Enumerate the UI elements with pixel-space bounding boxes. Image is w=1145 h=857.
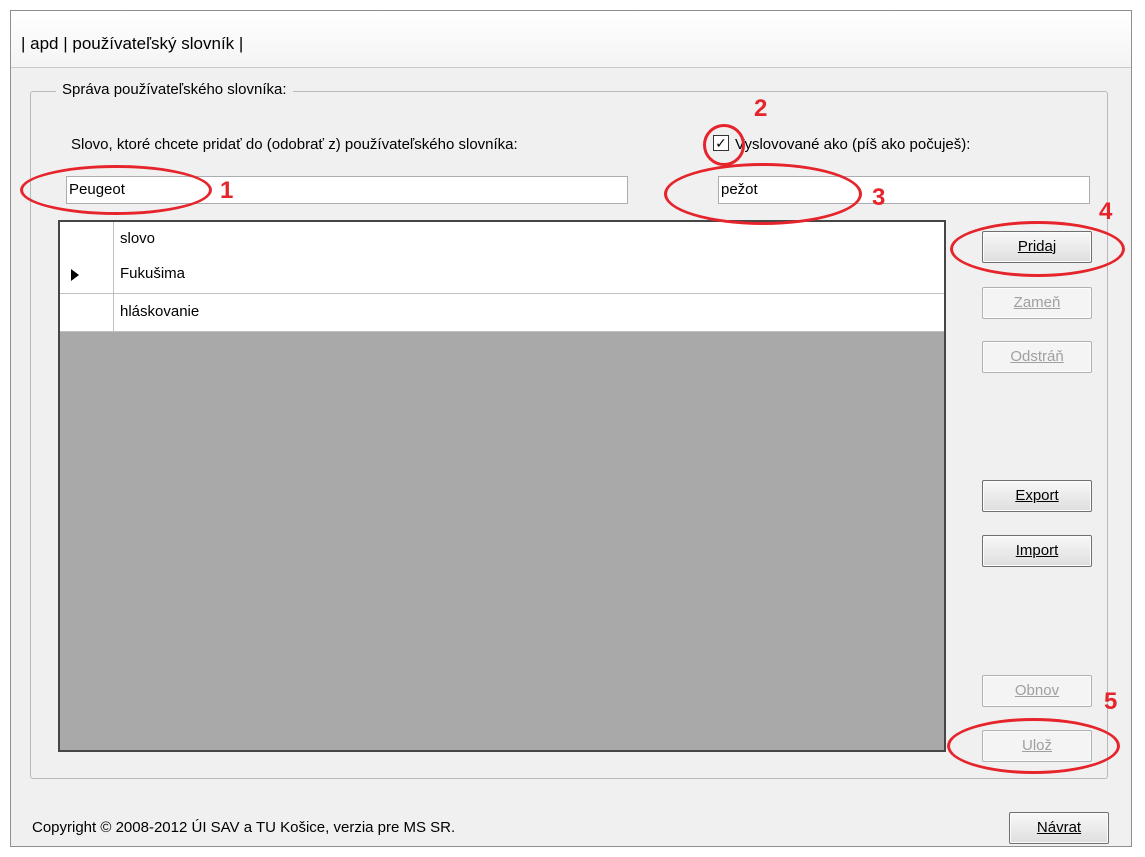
annotation-ellipse-3 xyxy=(664,163,862,225)
row-selector[interactable] xyxy=(60,256,114,293)
word-label: Slovo, ktoré chcete pridať do (odobrať z… xyxy=(71,136,518,153)
export-button[interactable]: Export xyxy=(982,480,1092,512)
import-button[interactable]: Import xyxy=(982,535,1092,567)
group-legend: Správa používateľského slovníka: xyxy=(56,81,293,98)
copyright-text: Copyright © 2008-2012 ÚI SAV a TU Košice… xyxy=(32,819,456,836)
words-grid[interactable]: slovo Fukušima hláskovanie xyxy=(58,220,946,752)
title-bar: | apd | používateľský slovník | xyxy=(11,11,1131,68)
replace-button[interactable]: Zameň xyxy=(982,287,1092,319)
column-header-slovo[interactable]: slovo xyxy=(120,230,155,247)
annotation-ellipse-1 xyxy=(20,165,212,215)
table-row[interactable]: Fukušima xyxy=(60,256,944,294)
grid-header: slovo xyxy=(60,222,944,257)
annotation-number-2: 2 xyxy=(754,95,768,122)
window-title: | apd | používateľský slovník | xyxy=(21,34,244,53)
annotation-ellipse-4 xyxy=(950,221,1125,277)
table-cell[interactable]: Fukušima xyxy=(120,265,185,282)
table-row[interactable]: hláskovanie xyxy=(60,294,944,332)
annotation-number-3: 3 xyxy=(872,184,886,211)
annotation-ellipse-5 xyxy=(947,718,1120,774)
table-cell[interactable]: hláskovanie xyxy=(120,303,199,320)
pronounced-label: Vyslovované ako (píš ako počuješ): xyxy=(735,136,971,153)
row-pointer-icon xyxy=(71,269,79,281)
refresh-button[interactable]: Obnov xyxy=(982,675,1092,707)
grid-corner xyxy=(60,222,114,256)
annotation-circle-2 xyxy=(703,124,745,166)
row-selector[interactable] xyxy=(60,294,114,331)
annotation-number-1: 1 xyxy=(220,177,234,204)
annotation-number-5: 5 xyxy=(1104,688,1118,715)
annotation-number-4: 4 xyxy=(1099,198,1113,225)
back-button[interactable]: Návrat xyxy=(1009,812,1109,844)
remove-button[interactable]: Odstráň xyxy=(982,341,1092,373)
